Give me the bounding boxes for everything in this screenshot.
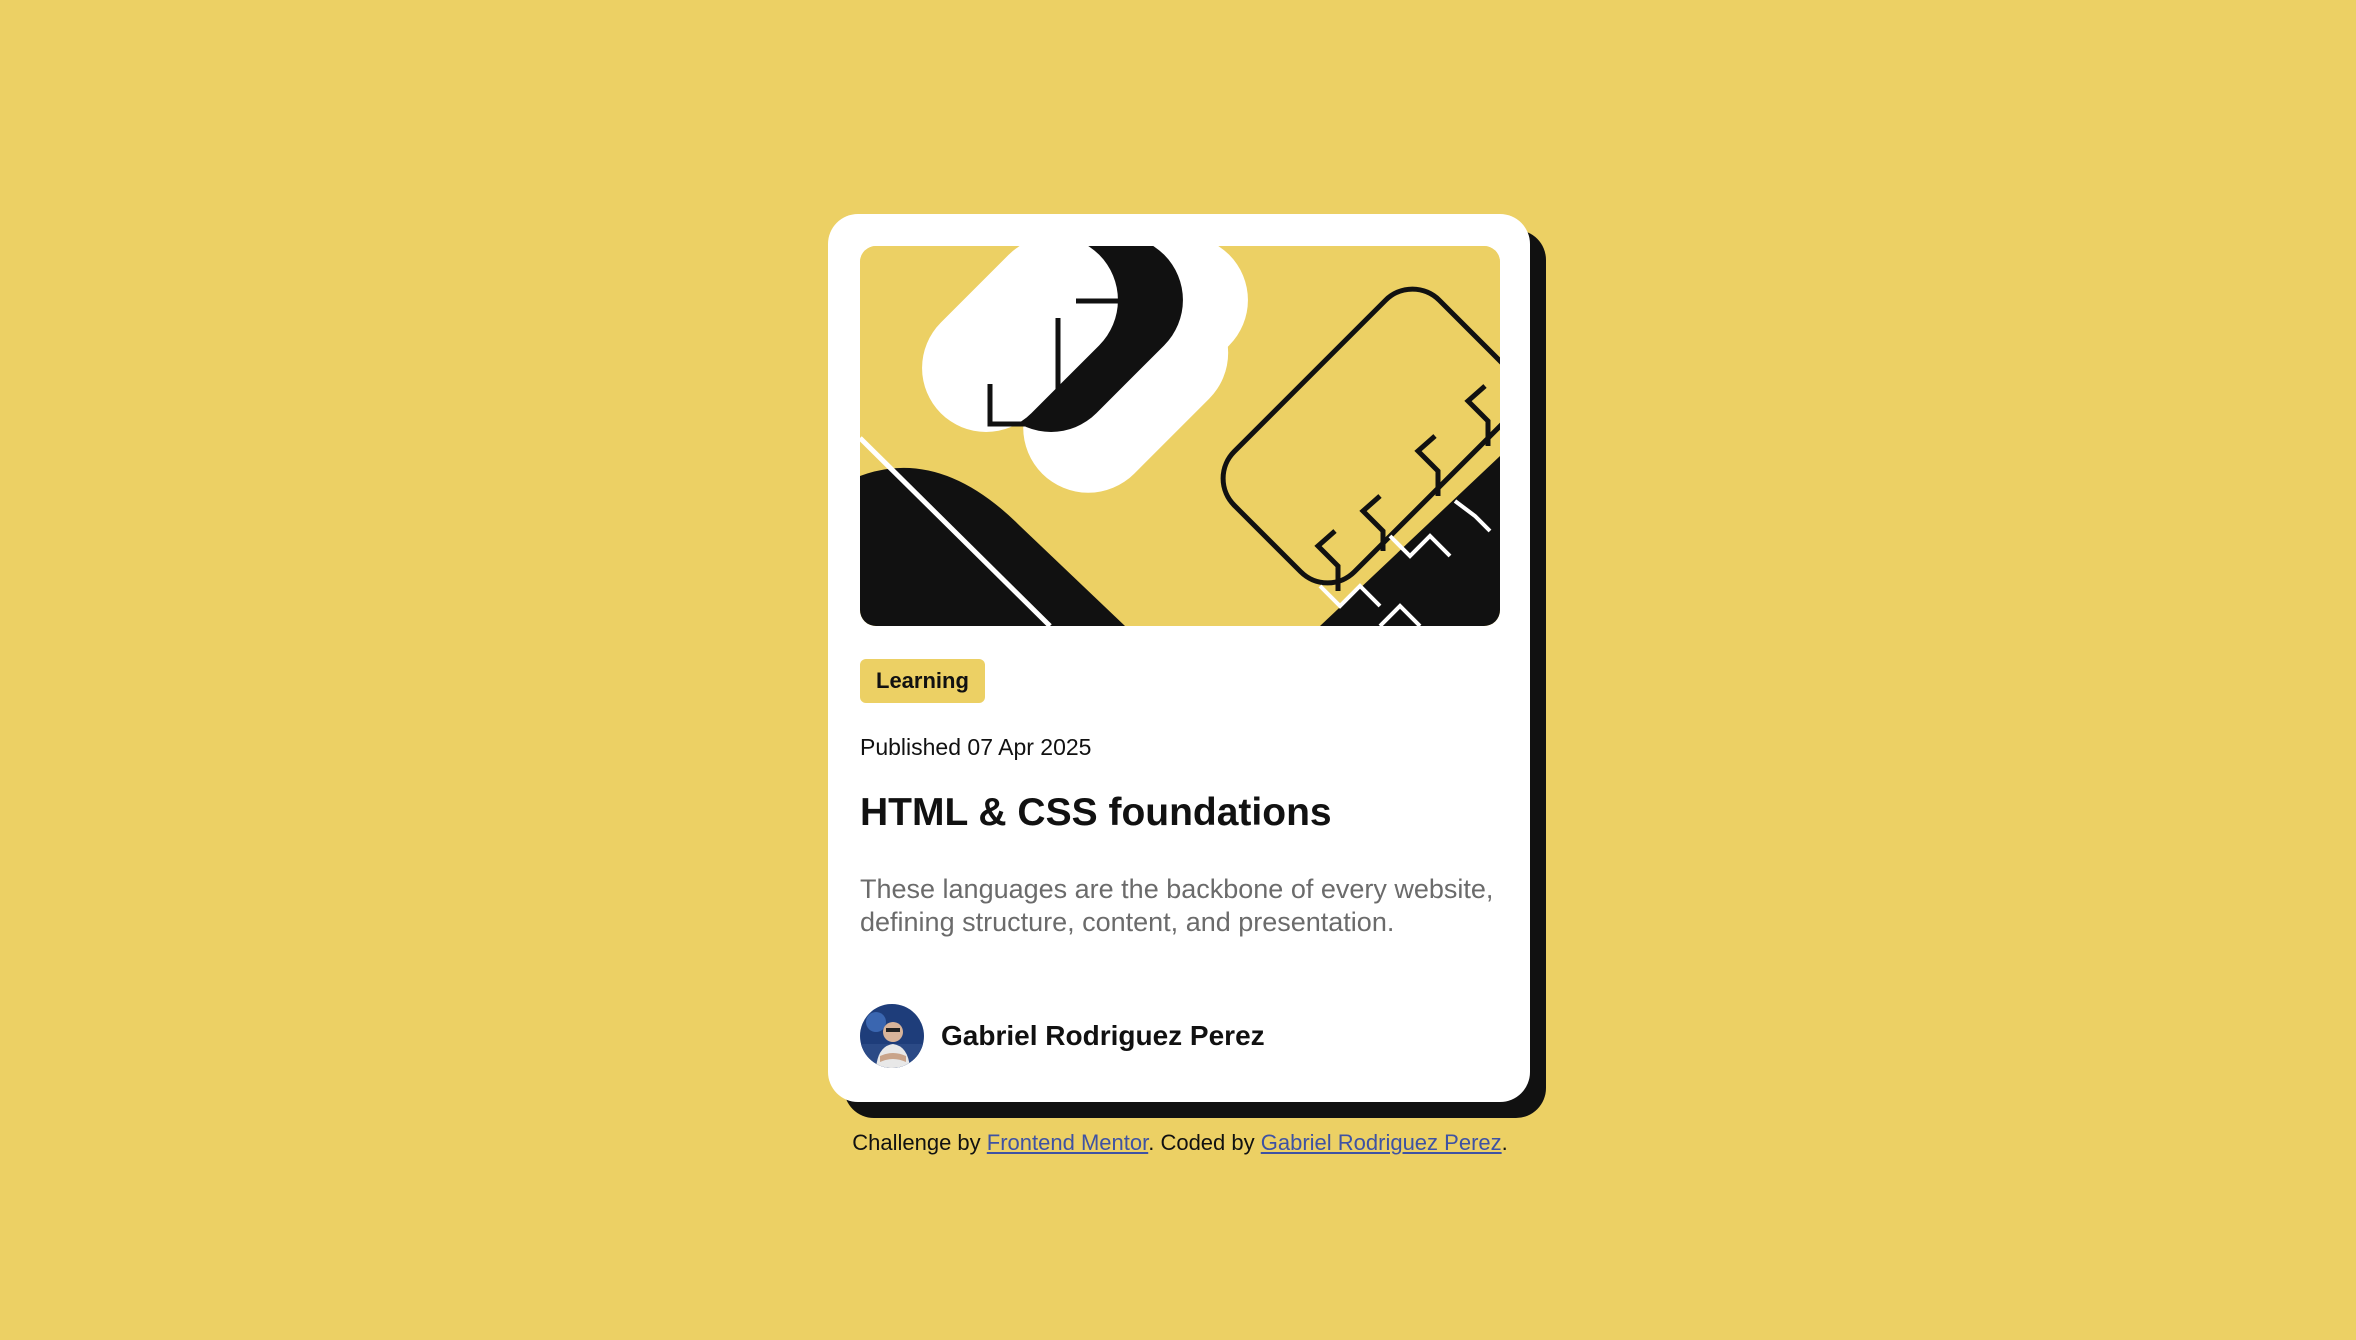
author-avatar-icon [860,1004,924,1068]
author-name: Gabriel Rodriguez Perez [941,1020,1265,1051]
author-link[interactable]: Gabriel Rodriguez Perez [1261,1130,1502,1155]
blog-preview-card: Learning Published 07 Apr 2025 HTML & CS… [828,214,1530,1102]
published-date: Published 07 Apr 2025 [860,734,1092,760]
attribution-middle: . Coded by [1148,1130,1261,1155]
attribution: Challenge by Frontend Mentor. Coded by G… [0,1130,2356,1156]
card-title[interactable]: HTML & CSS foundations [860,791,1332,835]
avatar [860,1004,924,1068]
frontend-mentor-link[interactable]: Frontend Mentor [987,1130,1148,1155]
card-description: These languages are the backbone of ever… [860,874,1494,937]
attribution-prefix: Challenge by [852,1130,987,1155]
category-tag: Learning [860,659,985,703]
hero-illustration [860,246,1500,626]
author: Gabriel Rodriguez Perez [860,1004,1265,1068]
illustration-article-icon [860,246,1500,626]
attribution-suffix: . [1501,1130,1508,1155]
